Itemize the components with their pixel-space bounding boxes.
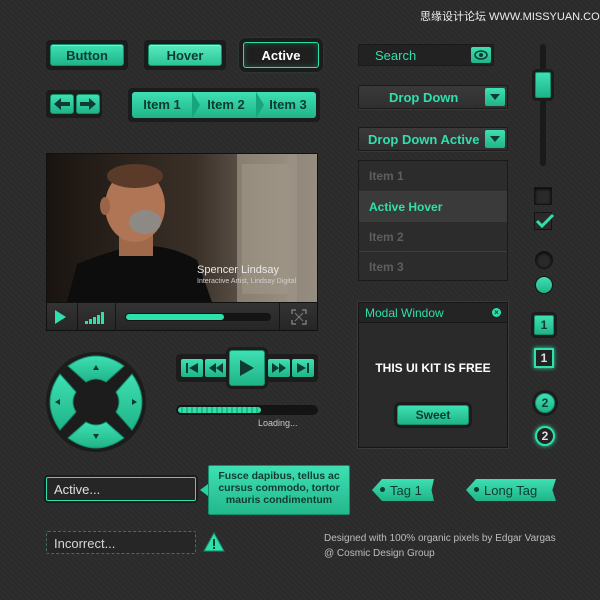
skip-back-icon — [186, 363, 198, 373]
tag-label: Tag 1 — [390, 482, 422, 498]
check-icon — [535, 213, 555, 229]
page-button-square[interactable]: 1 — [534, 315, 554, 335]
page-button-round-active[interactable]: 2 — [535, 426, 555, 446]
divider — [279, 303, 280, 331]
breadcrumb-item-1[interactable]: Item 1 — [132, 92, 192, 118]
fast-forward-icon — [272, 363, 286, 373]
modal-close-icon[interactable]: × — [492, 308, 501, 317]
tag-long[interactable]: Long Tag — [466, 479, 556, 501]
credits-line-1: Designed with 100% organic pixels by Edg… — [324, 533, 556, 544]
video-progress-fill — [126, 314, 224, 320]
dropdown-menu-item[interactable]: Item 3 — [359, 251, 507, 281]
credits-line-2: @ Cosmic Design Group — [324, 548, 435, 559]
video-control-bar — [47, 302, 317, 331]
modal-title-bar: Modal Window × — [359, 303, 507, 323]
breadcrumb: Item 1 Item 2 Item 3 — [132, 92, 316, 118]
divider — [115, 303, 116, 331]
video-progress-track[interactable] — [125, 313, 271, 321]
dropdown-menu-item[interactable]: Item 2 — [359, 221, 507, 251]
loading-bar-fill — [178, 407, 261, 413]
dropdown[interactable]: Drop Down — [358, 85, 508, 109]
checkbox-checked[interactable] — [534, 212, 555, 230]
radio-checked[interactable] — [535, 276, 553, 294]
breadcrumb-item-3[interactable]: Item 3 — [260, 92, 316, 118]
fullscreen-icon[interactable] — [291, 309, 307, 325]
incorrect-input[interactable]: Incorrect... — [46, 531, 196, 554]
video-play-button[interactable] — [55, 310, 66, 324]
incorrect-input-value: Incorrect... — [54, 536, 116, 551]
dropdown-pointer — [488, 152, 500, 159]
media-controls — [176, 350, 318, 386]
forward-arrow-icon — [80, 98, 96, 110]
sweet-button[interactable]: Sweet — [397, 405, 469, 425]
rewind-icon — [209, 363, 223, 373]
checkbox-unchecked[interactable] — [534, 187, 552, 205]
eye-icon — [474, 50, 488, 60]
search-input[interactable]: Search — [375, 48, 416, 63]
dropdown-menu: Item 1 Active Hover Item 2 Item 3 — [358, 160, 508, 281]
primary-button[interactable]: Button — [50, 44, 124, 66]
volume-icon[interactable] — [85, 312, 105, 324]
directional-pad — [46, 352, 146, 452]
radio-unchecked[interactable] — [535, 251, 553, 269]
page-button-square-active[interactable]: 1 — [534, 348, 554, 368]
dropdown-menu-item[interactable]: Item 1 — [359, 161, 507, 191]
loading-bar — [176, 405, 318, 415]
dropdown-label: Drop Down — [389, 90, 459, 105]
video-player: Spencer Lindsay Interactive Artist, Lind… — [46, 153, 318, 331]
search-eye-button[interactable] — [471, 47, 491, 63]
skip-forward-button[interactable] — [292, 359, 314, 377]
back-arrow-icon — [54, 98, 70, 110]
active-input-value: Active... — [54, 482, 101, 497]
dropdown-active[interactable]: Drop Down Active — [358, 127, 508, 151]
active-input[interactable]: Active... — [46, 477, 196, 501]
dropdown-active-label: Drop Down Active — [368, 132, 480, 147]
tooltip: Fusce dapibus, tellus ac cursus commodo,… — [208, 465, 350, 515]
dropdown-menu-item-hover[interactable]: Active Hover — [359, 191, 507, 221]
chevron-down-icon — [485, 88, 505, 106]
modal-title: Modal Window — [365, 306, 444, 320]
warning-icon — [203, 532, 225, 552]
rewind-button[interactable] — [205, 359, 227, 377]
modal-window: Modal Window × THIS UI KIT IS FREE Sweet — [358, 302, 508, 448]
video-person-name: Spencer Lindsay — [197, 264, 279, 276]
loading-label: Loading... — [258, 418, 298, 428]
forward-arrow-button[interactable] — [76, 94, 100, 114]
vertical-slider-track[interactable] — [540, 44, 546, 166]
back-arrow-button[interactable] — [50, 94, 74, 114]
fast-forward-button[interactable] — [268, 359, 290, 377]
skip-back-button[interactable] — [181, 359, 203, 377]
chevron-down-icon — [485, 130, 505, 148]
tag-label: Long Tag — [484, 482, 538, 498]
active-button[interactable]: Active — [243, 42, 319, 68]
play-button[interactable] — [229, 350, 265, 386]
divider — [77, 303, 78, 331]
play-icon — [240, 360, 254, 376]
search-box[interactable]: Search — [358, 44, 494, 66]
page-button-round[interactable]: 2 — [535, 393, 555, 413]
modal-body-text: THIS UI KIT IS FREE — [375, 361, 491, 375]
hover-button[interactable]: Hover — [148, 44, 222, 66]
vertical-slider-handle[interactable] — [535, 72, 551, 98]
watermark: 思缘设计论坛 WWW.MISSYUAN.COM — [420, 11, 600, 23]
tag-1[interactable]: Tag 1 — [372, 479, 434, 501]
tooltip-arrow — [200, 484, 208, 496]
breadcrumb-item-2[interactable]: Item 2 — [196, 92, 256, 118]
video-person-role: Interactive Artist, Lindsay Digital — [197, 278, 297, 285]
skip-forward-icon — [297, 363, 309, 373]
